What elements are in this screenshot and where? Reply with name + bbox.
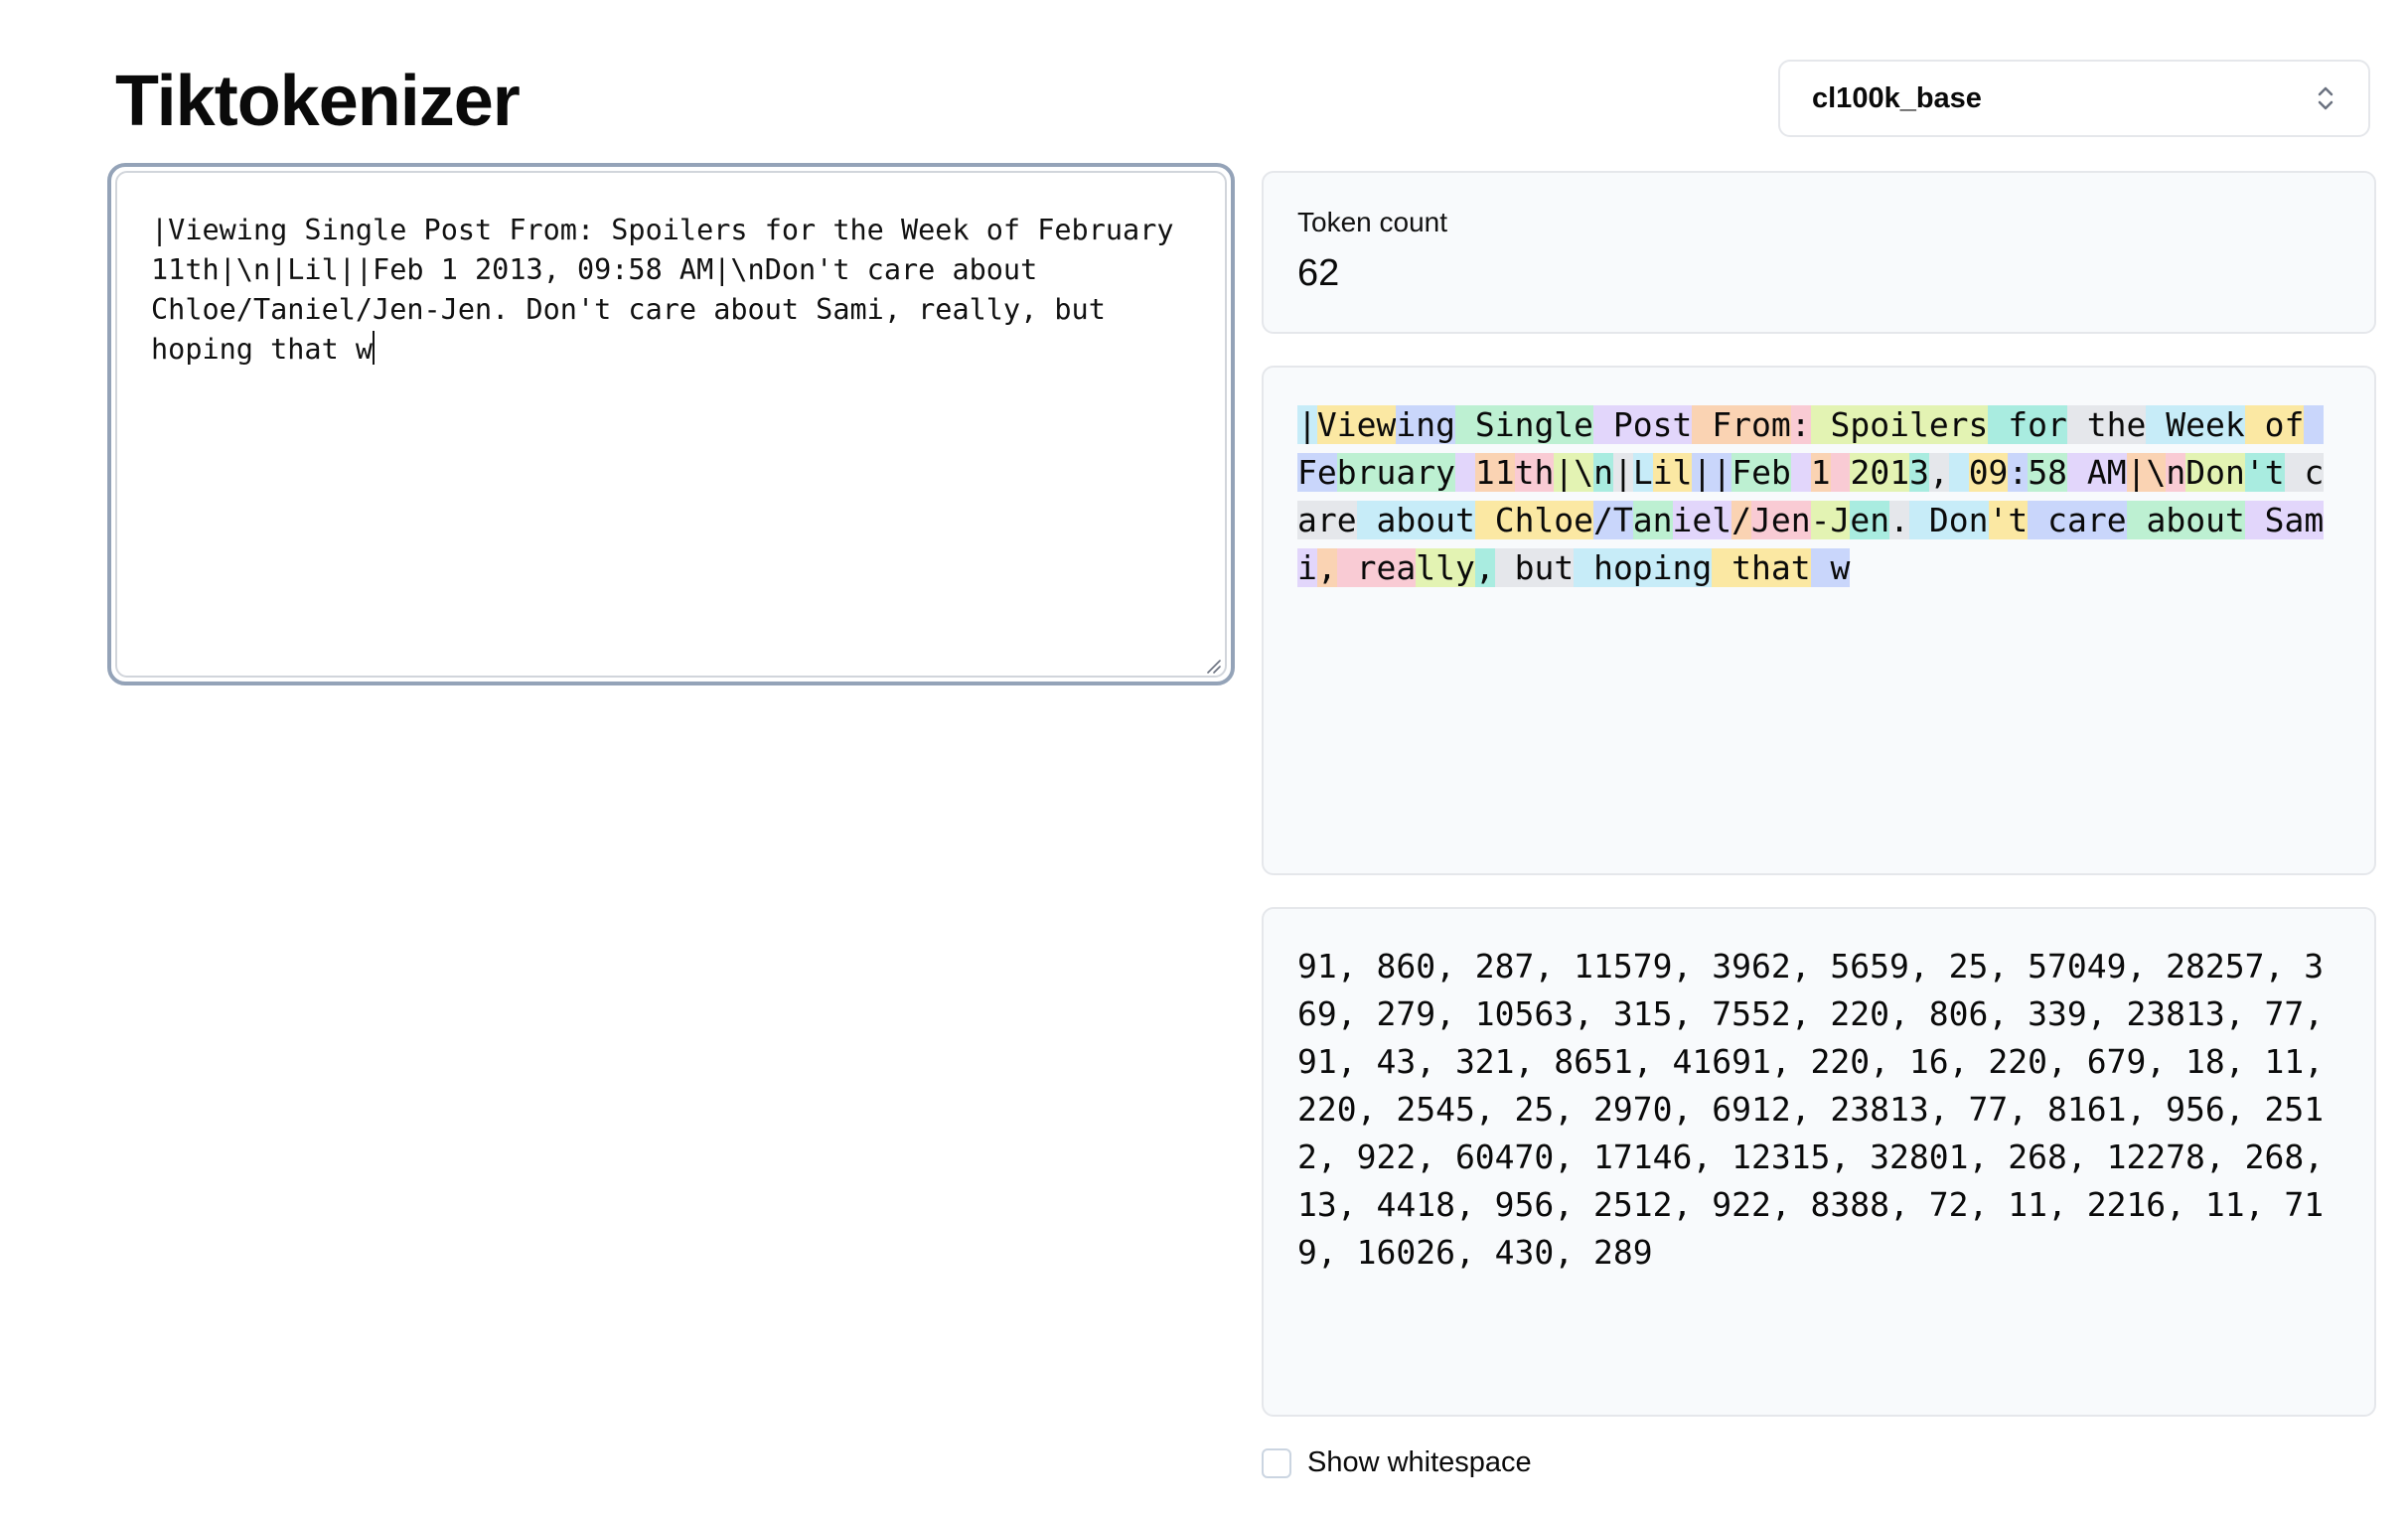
- token-ids-panel: 91, 860, 287, 11579, 3962, 5659, 25, 570…: [1262, 907, 2376, 1417]
- token-chip[interactable]: ing: [1396, 405, 1455, 444]
- token-count-label: Token count: [1297, 207, 1447, 237]
- token-chip[interactable]: w: [1810, 548, 1851, 587]
- token-chip[interactable]: 201: [1850, 453, 1910, 492]
- token-chip[interactable]: iel: [1672, 501, 1732, 539]
- token-count-value: 62: [1297, 252, 1340, 294]
- token-ids-text: 91, 860, 287, 11579, 3962, 5659, 25, 570…: [1297, 947, 2343, 1272]
- prompt-text: |Viewing Single Post From: Spoilers for …: [151, 214, 1191, 366]
- token-chip[interactable]: L: [1632, 453, 1653, 492]
- token-chip[interactable]: lly: [1416, 548, 1475, 587]
- encoder-select[interactable]: cl100k_base: [1778, 60, 2370, 137]
- token-chip[interactable]: Don: [2185, 453, 2245, 492]
- token-chip[interactable]: |: [1612, 453, 1633, 492]
- show-whitespace-checkbox[interactable]: [1262, 1447, 1291, 1478]
- token-chip[interactable]: an: [1632, 501, 1673, 539]
- token-chip[interactable]: ,: [1474, 548, 1495, 587]
- token-chip[interactable]: Don: [1909, 501, 1989, 539]
- chevron-up-down-icon: [2318, 86, 2333, 110]
- token-chip[interactable]: View: [1316, 405, 1397, 444]
- token-chip[interactable]: th: [1514, 453, 1555, 492]
- token-chip[interactable]: 58: [2028, 453, 2068, 492]
- token-chip[interactable]: ||: [1692, 453, 1732, 492]
- token-chip[interactable]: 't: [1988, 501, 2029, 539]
- token-chip[interactable]: il: [1652, 453, 1693, 492]
- token-chip[interactable]: ,: [1316, 548, 1337, 587]
- token-chip[interactable]: that: [1712, 548, 1811, 587]
- app-title: Tiktokenizer: [115, 62, 521, 141]
- token-chip[interactable]: but: [1494, 548, 1575, 587]
- prompt-textarea[interactable]: |Viewing Single Post From: Spoilers for …: [115, 171, 1227, 678]
- token-chip[interactable]: Jen: [1751, 501, 1811, 539]
- token-chip[interactable]: n: [2166, 453, 2186, 492]
- token-chip[interactable]: :: [2008, 453, 2029, 492]
- token-chip[interactable]: :: [1790, 405, 1811, 444]
- token-chip[interactable]: rea: [1336, 548, 1417, 587]
- token-chip[interactable]: Spoilers: [1810, 405, 1989, 444]
- token-chip[interactable]: Single: [1454, 405, 1594, 444]
- token-chip[interactable]: about: [2126, 501, 2245, 539]
- encoder-select-value: cl100k_base: [1812, 81, 1982, 114]
- token-chip[interactable]: hoping: [1574, 548, 1713, 587]
- token-chip[interactable]: Feb: [1731, 453, 1791, 492]
- token-chip[interactable]: AM: [2067, 453, 2127, 492]
- token-chip[interactable]: Post: [1593, 405, 1693, 444]
- token-chip[interactable]: 1: [1810, 453, 1831, 492]
- token-chip[interactable]: 09: [1968, 453, 2009, 492]
- token-chip[interactable]: [1948, 453, 1969, 492]
- token-chip[interactable]: |\: [2126, 453, 2167, 492]
- token-chip[interactable]: n: [1593, 453, 1613, 492]
- token-chip[interactable]: /T: [1593, 501, 1633, 539]
- prompt-textarea-focus-ring[interactable]: |Viewing Single Post From: Spoilers for …: [107, 163, 1235, 685]
- token-chip[interactable]: |\: [1554, 453, 1594, 492]
- token-chip[interactable]: From: [1692, 405, 1791, 444]
- token-count-card: Token count 62: [1262, 171, 2376, 334]
- text-caret: [373, 331, 376, 365]
- token-chip[interactable]: 11: [1474, 453, 1515, 492]
- token-visualization-panel: |Viewing Single Post From: Spoilers for …: [1262, 366, 2376, 875]
- token-chip[interactable]: -J: [1810, 501, 1851, 539]
- token-chip[interactable]: [1830, 453, 1851, 492]
- token-chip[interactable]: the: [2066, 405, 2147, 444]
- token-chip[interactable]: care: [2028, 501, 2127, 539]
- token-chip[interactable]: [1790, 453, 1811, 492]
- resize-handle-icon[interactable]: [1203, 656, 1221, 674]
- token-chip[interactable]: about: [1356, 501, 1475, 539]
- token-chip[interactable]: of: [2244, 405, 2305, 444]
- token-chip[interactable]: 3: [1909, 453, 1929, 492]
- token-list: |Viewing Single Post From: Spoilers for …: [1297, 401, 2340, 592]
- show-whitespace-label[interactable]: Show whitespace: [1307, 1446, 1532, 1479]
- token-chip[interactable]: ,: [1928, 453, 1949, 492]
- token-chip[interactable]: [1454, 453, 1475, 492]
- token-chip[interactable]: Week: [2146, 405, 2245, 444]
- token-chip[interactable]: 't: [2244, 453, 2285, 492]
- token-chip[interactable]: en: [1850, 501, 1890, 539]
- show-whitespace-option[interactable]: Show whitespace: [1262, 1446, 1532, 1479]
- token-chip[interactable]: |: [1297, 405, 1317, 444]
- token-chip[interactable]: /: [1731, 501, 1752, 539]
- token-chip[interactable]: .: [1889, 501, 1910, 539]
- token-chip[interactable]: Chloe: [1474, 501, 1594, 539]
- token-chip[interactable]: for: [1988, 405, 2067, 444]
- token-chip[interactable]: bruary: [1336, 453, 1455, 492]
